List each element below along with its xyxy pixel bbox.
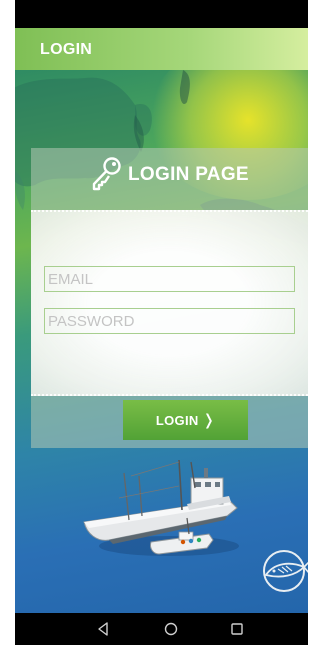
app-bar-title: LOGIN bbox=[40, 41, 93, 58]
sardine-logo-icon bbox=[263, 550, 308, 592]
chevron-right-icon: ❭ bbox=[202, 411, 216, 429]
fishing-boat-illustration bbox=[83, 459, 239, 556]
login-card-header: LOGIN PAGE bbox=[31, 148, 308, 210]
back-triangle-icon[interactable] bbox=[91, 618, 115, 640]
login-button[interactable]: LOGIN ❭ bbox=[123, 400, 248, 440]
recent-square-icon[interactable] bbox=[225, 618, 249, 640]
phone-screen: LOGIN LOGIN PAGE EMAIL LOGIN ❭ bbox=[15, 0, 308, 645]
login-button-label: LOGIN bbox=[155, 413, 199, 428]
password-field[interactable] bbox=[44, 308, 295, 334]
login-page-title: LOGIN PAGE bbox=[128, 164, 249, 185]
app-bar: LOGIN bbox=[15, 28, 308, 70]
device-frame: LOGIN LOGIN PAGE EMAIL LOGIN ❭ bbox=[0, 0, 321, 645]
status-bar bbox=[15, 0, 308, 28]
key-icon bbox=[92, 157, 121, 191]
email-field[interactable] bbox=[44, 266, 295, 292]
system-nav-bar bbox=[15, 613, 308, 645]
home-circle-icon[interactable] bbox=[159, 618, 183, 640]
login-card: LOGIN PAGE LOGIN❭ bbox=[31, 148, 308, 448]
login-form bbox=[31, 210, 308, 396]
